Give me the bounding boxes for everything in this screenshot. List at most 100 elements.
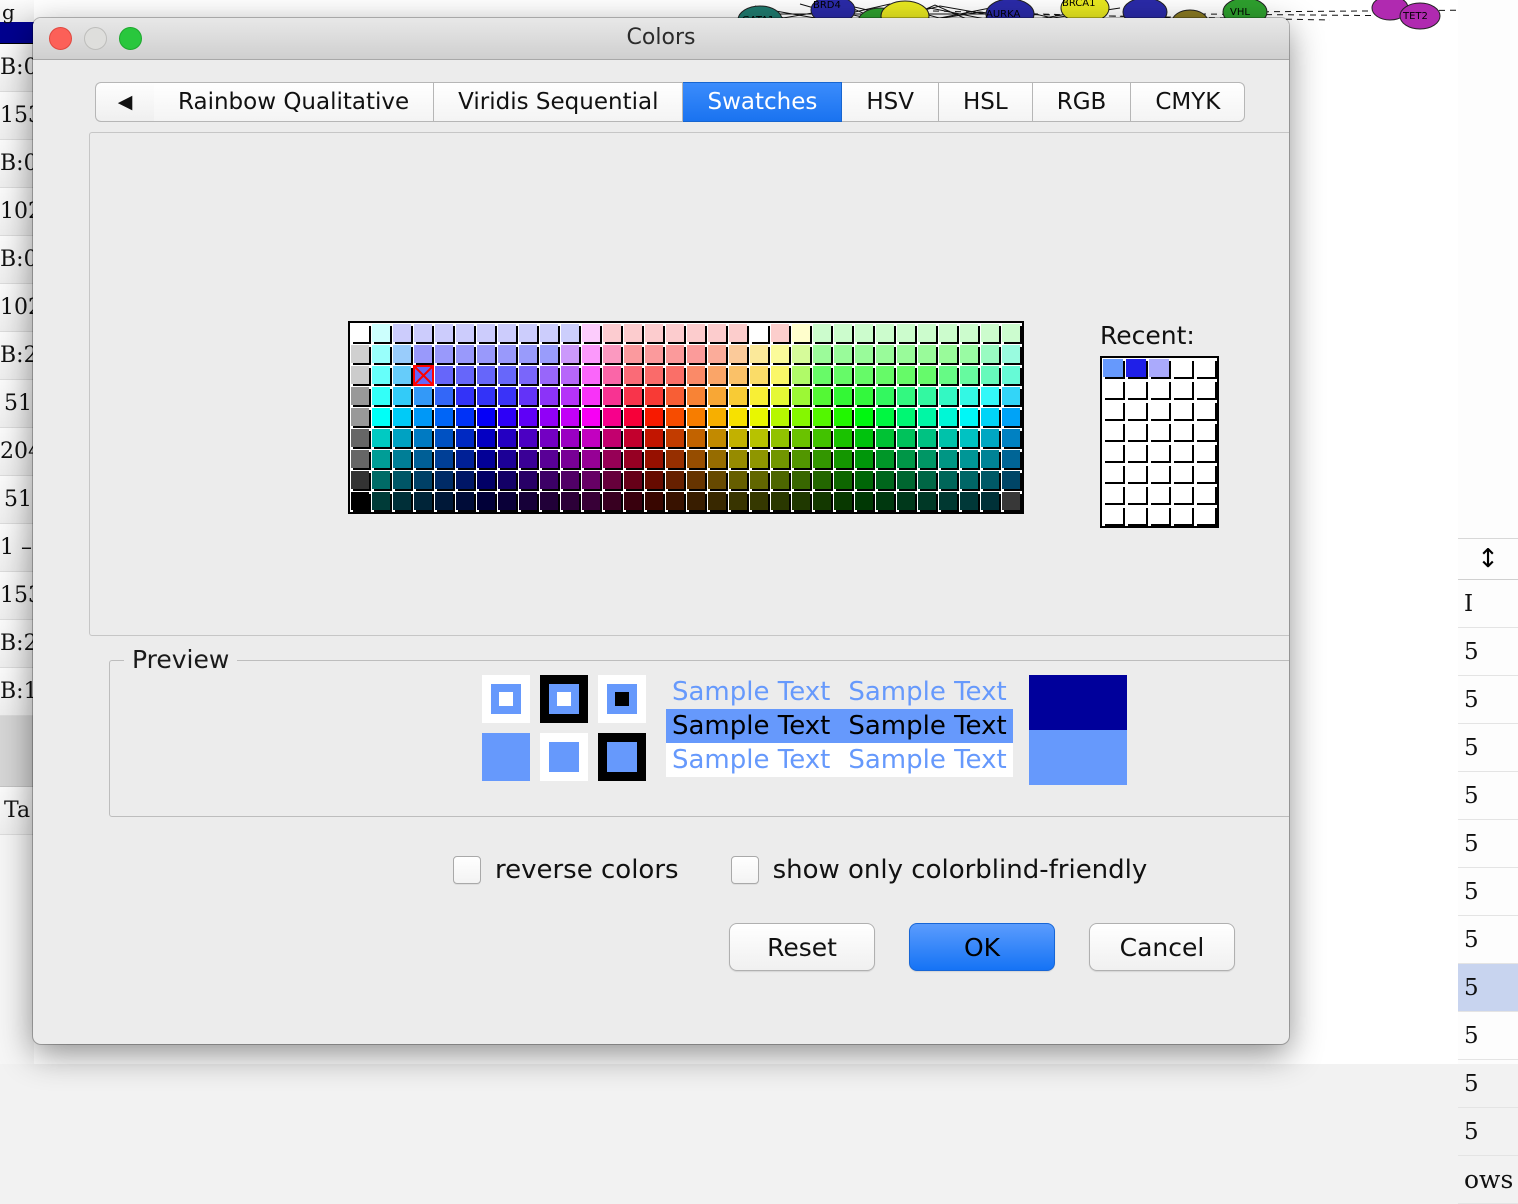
swatch-cell[interactable] bbox=[959, 428, 980, 449]
swatch-cell[interactable] bbox=[455, 386, 476, 407]
tab-hsl[interactable]: HSL bbox=[939, 82, 1033, 122]
swatch-cell[interactable] bbox=[476, 428, 497, 449]
recent-color-cell-empty[interactable] bbox=[1148, 421, 1171, 442]
swatch-cell[interactable] bbox=[686, 407, 707, 428]
swatch-cell[interactable] bbox=[791, 323, 812, 344]
swatch-cell[interactable] bbox=[833, 365, 854, 386]
swatch-cell[interactable] bbox=[770, 407, 791, 428]
swatch-cell[interactable] bbox=[623, 323, 644, 344]
swatch-cell[interactable] bbox=[413, 449, 434, 470]
swatch-cell[interactable] bbox=[917, 323, 938, 344]
swatch-cell[interactable] bbox=[770, 470, 791, 491]
swatch-cell[interactable] bbox=[854, 344, 875, 365]
swatch-cell[interactable] bbox=[455, 449, 476, 470]
swatch-cell[interactable] bbox=[644, 470, 665, 491]
swatch-cell[interactable] bbox=[602, 470, 623, 491]
swatch-cell[interactable] bbox=[959, 407, 980, 428]
swatch-cell[interactable] bbox=[665, 344, 686, 365]
swatch-cell[interactable] bbox=[623, 407, 644, 428]
swatch-cell[interactable] bbox=[413, 428, 434, 449]
swatch-cell[interactable] bbox=[350, 428, 371, 449]
swatch-cell[interactable] bbox=[770, 365, 791, 386]
swatch-cell[interactable] bbox=[791, 365, 812, 386]
swatch-cell[interactable] bbox=[875, 407, 896, 428]
swatch-cell[interactable] bbox=[833, 449, 854, 470]
swatch-cell[interactable] bbox=[560, 428, 581, 449]
swatch-cell[interactable] bbox=[917, 407, 938, 428]
swatch-cell[interactable] bbox=[623, 386, 644, 407]
swatch-cell[interactable] bbox=[392, 386, 413, 407]
swatch-cell[interactable] bbox=[896, 470, 917, 491]
swatch-cell[interactable] bbox=[434, 428, 455, 449]
swatch-cell[interactable] bbox=[581, 344, 602, 365]
recent-color-cell-empty[interactable] bbox=[1102, 442, 1125, 463]
recent-color-cell-empty[interactable] bbox=[1125, 442, 1148, 463]
recent-color-cell-empty[interactable] bbox=[1102, 484, 1125, 505]
recent-color-cell-empty[interactable] bbox=[1125, 463, 1148, 484]
swatch-cell[interactable] bbox=[812, 428, 833, 449]
swatch-cell[interactable] bbox=[539, 386, 560, 407]
swatch-cell[interactable] bbox=[371, 323, 392, 344]
swatch-cell[interactable] bbox=[350, 344, 371, 365]
swatch-cell[interactable] bbox=[350, 449, 371, 470]
swatch-cell[interactable] bbox=[875, 365, 896, 386]
swatch-cell[interactable] bbox=[518, 428, 539, 449]
swatch-cell[interactable] bbox=[518, 449, 539, 470]
swatch-cell[interactable] bbox=[875, 449, 896, 470]
swatch-cell[interactable] bbox=[455, 323, 476, 344]
swatch-cell[interactable] bbox=[560, 365, 581, 386]
swatch-cell[interactable] bbox=[917, 428, 938, 449]
swatch-cell[interactable] bbox=[476, 386, 497, 407]
swatch-cell[interactable] bbox=[476, 470, 497, 491]
swatch-cell[interactable] bbox=[476, 491, 497, 512]
swatch-cell[interactable] bbox=[896, 449, 917, 470]
swatch-cell[interactable] bbox=[980, 323, 1001, 344]
swatch-cell[interactable] bbox=[518, 323, 539, 344]
swatch-cell[interactable] bbox=[497, 323, 518, 344]
swatch-cell[interactable] bbox=[623, 449, 644, 470]
swatch-cell[interactable] bbox=[518, 386, 539, 407]
swatch-cell[interactable] bbox=[770, 386, 791, 407]
swatch-cell[interactable] bbox=[581, 323, 602, 344]
swatch-cell[interactable] bbox=[413, 386, 434, 407]
swatch-cell[interactable] bbox=[854, 386, 875, 407]
recent-color-cell-empty[interactable] bbox=[1171, 400, 1194, 421]
swatch-cell[interactable] bbox=[917, 386, 938, 407]
swatch-cell[interactable] bbox=[938, 491, 959, 512]
swatch-cell[interactable] bbox=[980, 449, 1001, 470]
swatch-cell[interactable] bbox=[770, 344, 791, 365]
swatch-cell[interactable] bbox=[959, 365, 980, 386]
swatch-cell[interactable] bbox=[1001, 365, 1022, 386]
swatch-cell[interactable] bbox=[1001, 428, 1022, 449]
swatch-cell[interactable] bbox=[728, 386, 749, 407]
swatch-cell[interactable] bbox=[749, 407, 770, 428]
swatch-cell[interactable] bbox=[602, 365, 623, 386]
swatch-cell[interactable] bbox=[581, 449, 602, 470]
swatch-cell[interactable] bbox=[497, 491, 518, 512]
swatch-cell[interactable] bbox=[476, 449, 497, 470]
swatch-cell[interactable] bbox=[371, 470, 392, 491]
swatch-cell[interactable] bbox=[665, 407, 686, 428]
recent-color-cell-empty[interactable] bbox=[1125, 505, 1148, 526]
swatch-cell[interactable] bbox=[812, 344, 833, 365]
swatch-cell[interactable] bbox=[917, 449, 938, 470]
swatch-cell[interactable] bbox=[875, 470, 896, 491]
swatch-cell[interactable] bbox=[980, 470, 1001, 491]
swatch-cell[interactable] bbox=[665, 491, 686, 512]
swatch-cell[interactable] bbox=[455, 407, 476, 428]
recent-color-cell-empty[interactable] bbox=[1171, 484, 1194, 505]
swatch-cell[interactable] bbox=[476, 344, 497, 365]
swatch-cell[interactable] bbox=[476, 365, 497, 386]
checkbox-box-icon[interactable] bbox=[453, 856, 481, 884]
swatch-cell[interactable] bbox=[434, 407, 455, 428]
swatch-cell[interactable] bbox=[707, 365, 728, 386]
swatch-cell[interactable] bbox=[560, 470, 581, 491]
recent-color-cell-empty[interactable] bbox=[1194, 463, 1217, 484]
swatch-cell[interactable] bbox=[665, 386, 686, 407]
swatch-cell[interactable] bbox=[560, 386, 581, 407]
swatch-cell[interactable] bbox=[728, 407, 749, 428]
swatch-cell[interactable] bbox=[707, 470, 728, 491]
swatch-cell[interactable] bbox=[665, 365, 686, 386]
swatch-cell[interactable] bbox=[791, 470, 812, 491]
swatch-cell[interactable] bbox=[497, 344, 518, 365]
